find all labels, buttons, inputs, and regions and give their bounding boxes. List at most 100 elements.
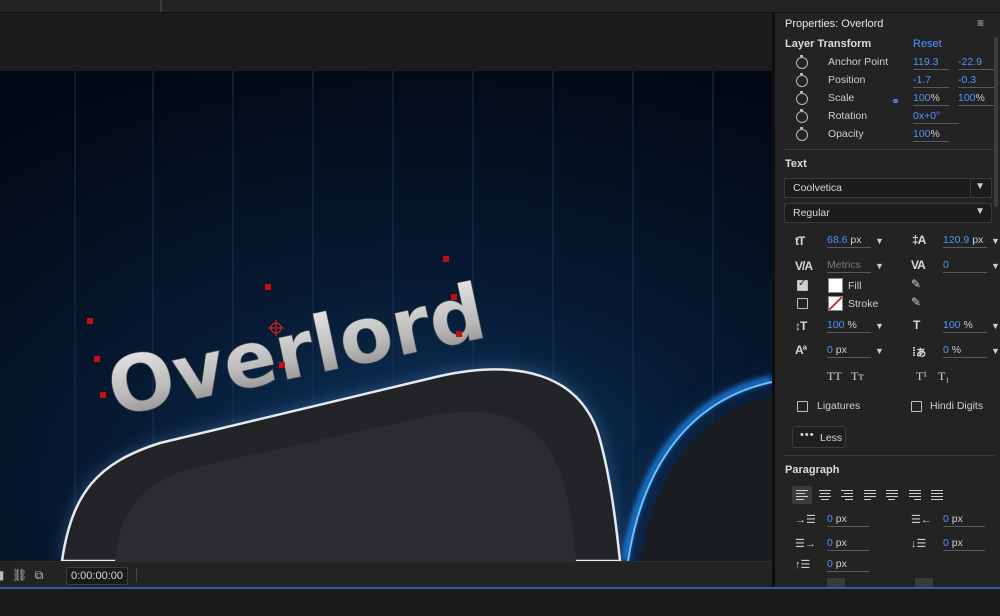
tracking-icon: VA	[911, 258, 926, 272]
indent-first-line-value[interactable]: 0 px	[827, 537, 869, 551]
ligatures-checkbox[interactable]	[797, 401, 808, 412]
stopwatch-icon[interactable]	[796, 91, 808, 105]
indent-left-value[interactable]: 0 px	[827, 513, 869, 527]
justify-last-center-icon[interactable]	[882, 486, 902, 504]
properties-panel: Properties: Overlord ≡ Layer Transform R…	[775, 13, 1000, 587]
text-heading: Text	[785, 158, 807, 170]
chevron-down-icon[interactable]: ▼	[991, 236, 1000, 246]
leading-icon: ‡A	[912, 233, 926, 247]
stopwatch-icon[interactable]	[796, 127, 808, 141]
stroke-color-swatch[interactable]	[828, 296, 843, 311]
opacity-value[interactable]: 100%	[913, 128, 949, 142]
align-center-icon[interactable]	[815, 486, 835, 504]
chevron-down-icon[interactable]: ▼	[991, 321, 1000, 331]
align-right-icon[interactable]	[837, 486, 857, 504]
horizontal-scale-value[interactable]: 100 %	[943, 319, 987, 333]
font-style-dropdown[interactable]: Regular ▼	[784, 203, 992, 223]
panel-scrollbar[interactable]	[994, 37, 998, 207]
vertical-scale-value[interactable]: 100 %	[827, 319, 871, 333]
kerning-value[interactable]: Metrics	[827, 259, 871, 273]
position-y[interactable]: -0.3	[958, 74, 994, 88]
chevron-down-icon[interactable]: ▼	[991, 261, 1000, 271]
handle-top-middle	[265, 284, 271, 290]
anchor-point-x[interactable]: 119.3	[913, 56, 949, 70]
timeline-strip	[0, 587, 1000, 616]
tsume-icon: ⁞ぁ	[912, 345, 927, 359]
more-dots-icon: •••	[800, 429, 815, 441]
indent-left-icon: →☰	[795, 514, 816, 526]
ligatures-label: Ligatures	[817, 400, 861, 412]
timecode-display[interactable]: 0:00:00:00	[66, 567, 128, 585]
font-size-value[interactable]: 68.6 px	[827, 234, 871, 248]
baseline-shift-value[interactable]: 0 px	[827, 344, 871, 358]
panel-menu-icon[interactable]: ≡	[977, 16, 984, 30]
rotation-label: Rotation	[828, 110, 868, 122]
space-before-value[interactable]: 0 px	[943, 537, 985, 551]
chevron-down-icon[interactable]: ▼	[875, 261, 884, 271]
handle-top-right	[443, 256, 449, 262]
stopwatch-icon[interactable]	[796, 55, 808, 69]
play-controls-icon[interactable]: ▮	[0, 568, 8, 582]
scale-label: Scale	[828, 92, 855, 104]
stroke-checkbox[interactable]	[797, 298, 808, 309]
toolbar-divider	[136, 568, 137, 582]
chevron-down-icon[interactable]: ▼	[975, 181, 985, 192]
fill-eyedropper-icon[interactable]: ✎	[911, 277, 921, 291]
fill-color-swatch[interactable]	[828, 278, 843, 293]
stroke-label: Stroke	[848, 298, 879, 310]
baseline-shift-icon: Aª	[795, 343, 807, 357]
monitor-pasteboard	[0, 13, 772, 72]
panel-title: Properties: Overlord	[785, 18, 884, 30]
chevron-down-icon[interactable]: ▼	[875, 236, 884, 246]
rotation-value[interactable]: 0x+0°	[913, 110, 959, 124]
handle-top-left	[87, 318, 93, 324]
top-tab-bar	[0, 0, 1000, 13]
font-family-value: Coolvetica	[793, 182, 843, 194]
subscript-button[interactable]: T₁	[938, 369, 950, 384]
small-caps-button[interactable]: Tт	[851, 369, 864, 384]
justify-all-icon[interactable]	[927, 486, 947, 504]
anchor-point-y[interactable]: -22.9	[958, 56, 994, 70]
program-monitor[interactable]: Overlord	[0, 13, 772, 561]
opacity-label: Opacity	[828, 128, 864, 140]
stroke-eyedropper-icon[interactable]: ✎	[911, 295, 921, 309]
tracking-value[interactable]: 0	[943, 259, 987, 273]
position-x[interactable]: -1.7	[913, 74, 949, 88]
all-caps-button[interactable]: TT	[827, 369, 842, 384]
space-after-value[interactable]: 0 px	[827, 558, 869, 572]
chevron-down-icon[interactable]: ▼	[991, 346, 1000, 356]
font-style-value: Regular	[793, 207, 830, 219]
scale-x[interactable]: 100%	[913, 92, 949, 106]
align-left-icon[interactable]	[792, 486, 812, 504]
indent-right-value[interactable]: 0 px	[943, 513, 985, 527]
hindi-digits-checkbox[interactable]	[911, 401, 922, 412]
stopwatch-icon[interactable]	[796, 109, 808, 123]
fill-checkbox[interactable]	[797, 278, 808, 291]
space-after-icon: ↑☰	[795, 559, 811, 571]
stopwatch-icon[interactable]	[796, 73, 808, 87]
reset-button[interactable]: Reset	[913, 38, 942, 50]
safe-margins-icon[interactable]: ⛓	[12, 568, 27, 582]
export-frame-icon[interactable]: ⧉	[32, 568, 46, 582]
leading-value[interactable]: 120.9 px	[943, 234, 987, 248]
constrain-link-icon[interactable]: ⚭	[891, 95, 900, 108]
chevron-down-icon[interactable]: ▼	[875, 346, 884, 356]
indent-right-icon: ☰←	[911, 514, 932, 526]
kerning-icon: V/A	[795, 259, 813, 273]
less-button[interactable]: ••• Less	[792, 426, 846, 448]
tsume-value[interactable]: 0 %	[943, 344, 987, 358]
text-direction-ltr-icon[interactable]	[827, 578, 845, 587]
chevron-down-icon[interactable]: ▼	[875, 321, 884, 331]
superscript-button[interactable]: T¹	[916, 369, 927, 384]
text-direction-rtl-icon[interactable]	[915, 578, 933, 587]
chevron-down-icon[interactable]: ▼	[975, 206, 985, 217]
position-label: Position	[828, 74, 866, 86]
font-family-dropdown[interactable]: Coolvetica ▼	[784, 178, 992, 198]
justify-last-left-icon[interactable]	[860, 486, 880, 504]
handle-bottom-left	[100, 392, 106, 398]
tab-segment[interactable]	[0, 0, 161, 12]
video-frame[interactable]: Overlord	[0, 71, 772, 561]
justify-last-right-icon[interactable]	[905, 486, 925, 504]
handle-middle-left	[94, 356, 100, 362]
scale-y[interactable]: 100%	[958, 92, 994, 106]
